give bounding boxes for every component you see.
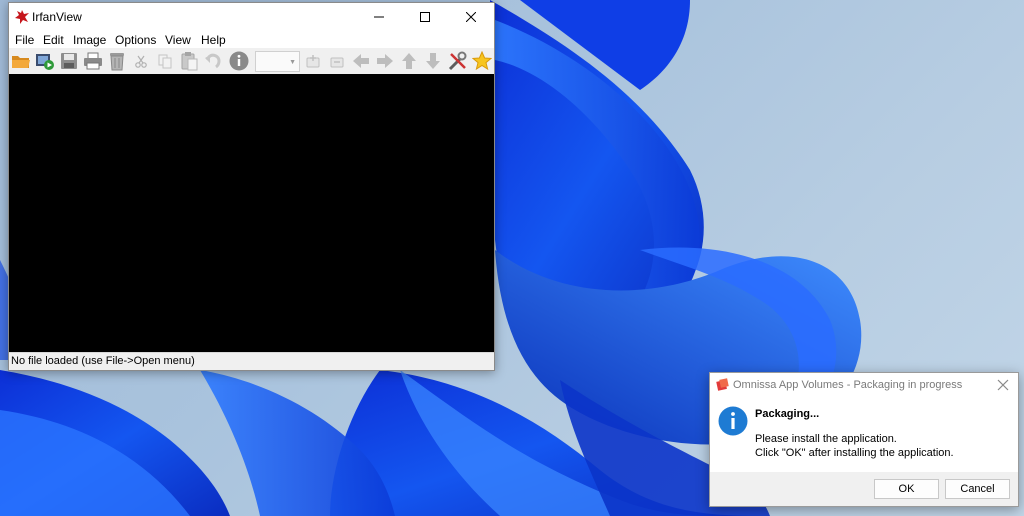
- dialog-message-line2: Click "OK" after installing the applicat…: [755, 447, 954, 459]
- tools-icon: [448, 51, 467, 71]
- copy-button[interactable]: [154, 50, 176, 72]
- save-button[interactable]: [58, 50, 80, 72]
- close-button[interactable]: [448, 3, 494, 31]
- down-button[interactable]: [422, 50, 444, 72]
- menu-view[interactable]: View: [163, 33, 193, 47]
- zoom-out-icon: [330, 57, 344, 68]
- menu-options[interactable]: Options: [113, 33, 158, 47]
- ok-button[interactable]: OK: [874, 479, 939, 499]
- zoom-out-button[interactable]: [326, 50, 348, 72]
- status-bar: No file loaded (use File->Open menu): [9, 352, 494, 370]
- open-folder-icon: [12, 56, 30, 68]
- toolbar: ▼: [9, 48, 494, 74]
- window-title: IrfanView: [32, 10, 82, 24]
- paste-button[interactable]: [178, 50, 200, 72]
- status-text: No file loaded (use File->Open menu): [11, 355, 195, 367]
- irfanview-titlebar[interactable]: IrfanView: [9, 3, 494, 31]
- copy-icon: [158, 54, 172, 69]
- menu-edit[interactable]: Edit: [41, 33, 66, 47]
- slideshow-button[interactable]: [34, 50, 56, 72]
- cancel-button[interactable]: Cancel: [945, 479, 1010, 499]
- previous-icon: [353, 54, 369, 68]
- menu-image[interactable]: Image: [71, 33, 108, 47]
- next-icon: [377, 54, 393, 68]
- chevron-down-icon: ▼: [289, 59, 296, 66]
- dialog-message-line1: Please install the application.: [755, 433, 897, 445]
- dialog-titlebar[interactable]: Omnissa App Volumes - Packaging in progr…: [710, 373, 1018, 397]
- down-icon: [426, 53, 440, 69]
- delete-icon: [110, 53, 124, 71]
- dialog-title: Omnissa App Volumes - Packaging in progr…: [733, 379, 963, 391]
- save-icon: [61, 53, 77, 69]
- packaging-dialog: Omnissa App Volumes - Packaging in progr…: [709, 372, 1019, 507]
- maximize-button[interactable]: [402, 3, 448, 31]
- paste-icon: [181, 52, 198, 71]
- slideshow-icon: [36, 54, 54, 70]
- maximize-icon: [420, 12, 430, 22]
- next-button[interactable]: [374, 50, 396, 72]
- up-icon: [402, 53, 416, 69]
- favorites-button[interactable]: [471, 50, 493, 72]
- undo-icon: [205, 53, 221, 69]
- info-button[interactable]: [228, 50, 250, 72]
- omnissa-app-icon: [716, 378, 729, 391]
- undo-button[interactable]: [202, 50, 224, 72]
- image-viewer-area[interactable]: [9, 74, 494, 352]
- print-icon: [84, 52, 102, 70]
- favorites-star-icon: [472, 51, 492, 71]
- cut-button[interactable]: [130, 50, 152, 72]
- print-button[interactable]: [82, 50, 104, 72]
- info-icon: [229, 51, 249, 71]
- previous-button[interactable]: [350, 50, 372, 72]
- minimize-button[interactable]: [356, 3, 402, 31]
- dialog-close-icon[interactable]: [996, 378, 1010, 392]
- menu-bar: File Edit Image Options View Help: [9, 31, 494, 48]
- zoom-in-button[interactable]: [302, 50, 324, 72]
- info-icon: [718, 406, 748, 436]
- menu-file[interactable]: File: [13, 33, 36, 47]
- close-icon: [466, 12, 476, 22]
- zoom-combo[interactable]: ▼: [255, 51, 300, 72]
- menu-help[interactable]: Help: [199, 33, 228, 47]
- zoom-in-icon: [306, 55, 320, 68]
- dialog-footer: OK Cancel: [710, 472, 1018, 506]
- delete-button[interactable]: [106, 50, 128, 72]
- up-button[interactable]: [398, 50, 420, 72]
- cut-icon: [135, 55, 147, 68]
- irfanview-app-icon: [15, 10, 29, 24]
- tools-button[interactable]: [447, 50, 469, 72]
- open-button[interactable]: [10, 50, 32, 72]
- minimize-icon: [374, 16, 384, 18]
- dialog-heading: Packaging...: [755, 408, 820, 420]
- irfanview-window: IrfanView File Edit Image Options View H…: [8, 2, 495, 371]
